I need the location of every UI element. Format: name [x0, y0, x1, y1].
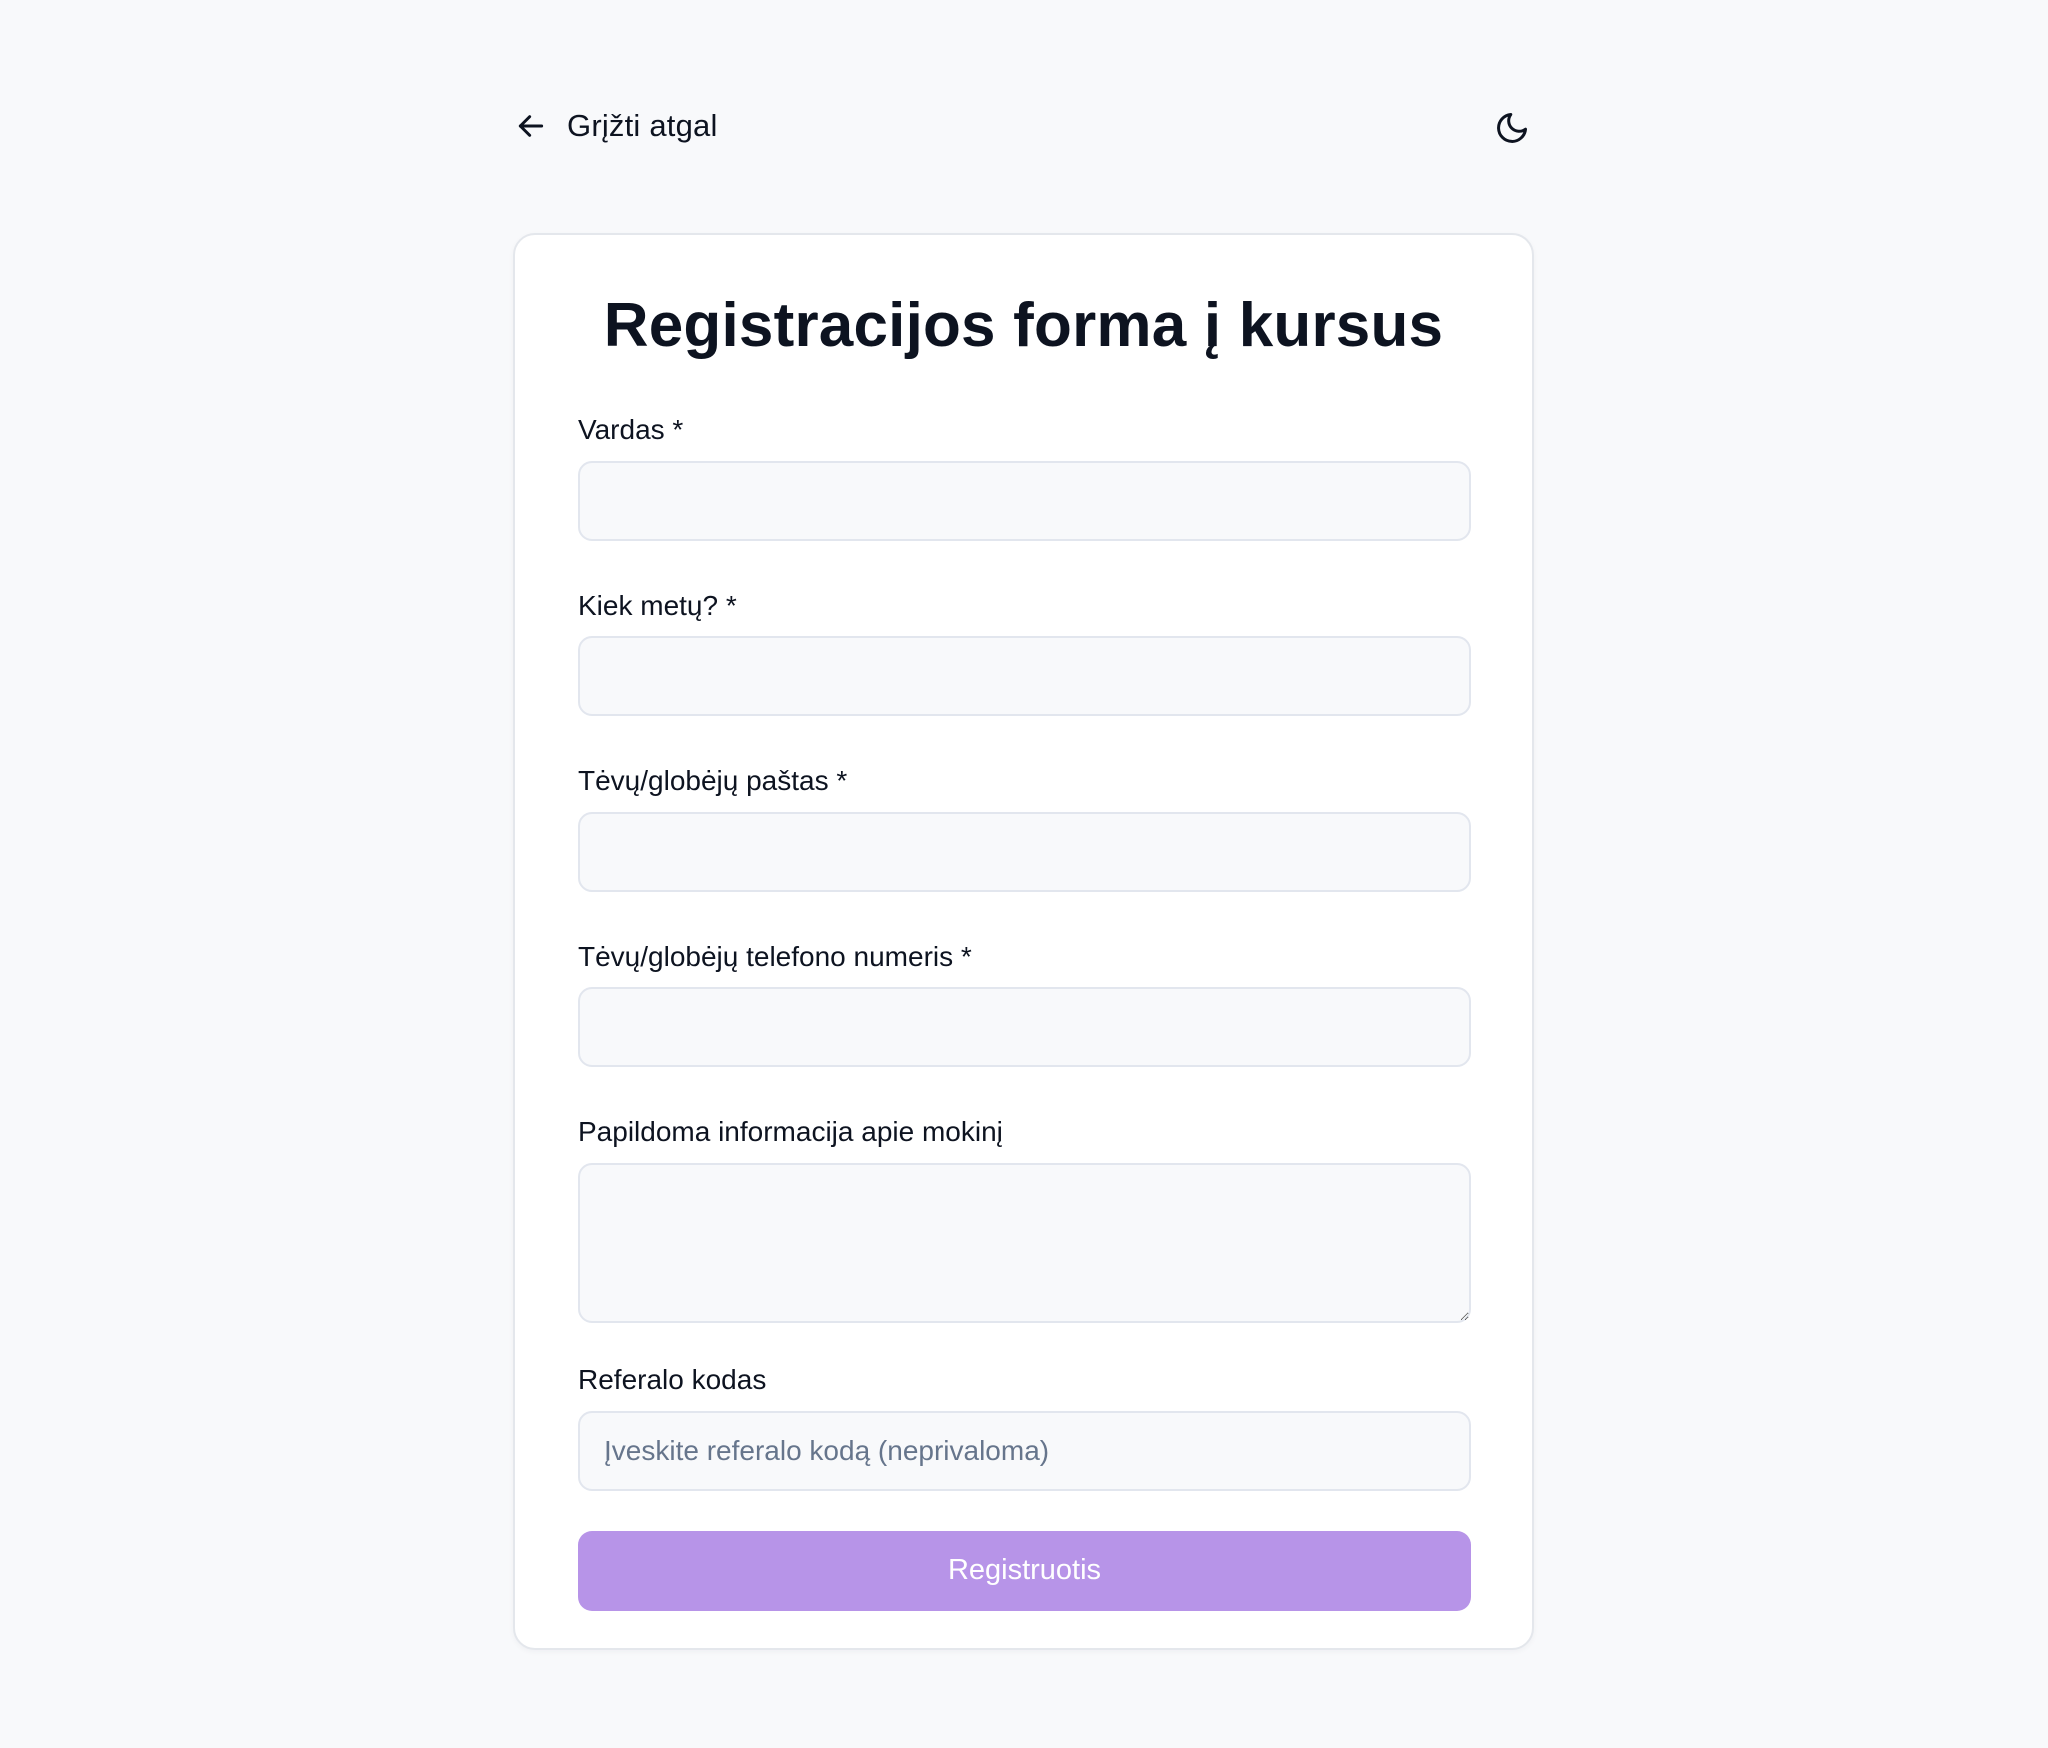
referral-code-label: Referalo kodas	[578, 1363, 767, 1395]
field-additional-info: Papildoma informacija apie mokinį	[578, 1115, 1471, 1323]
field-age: Kiek metų? *	[578, 589, 1471, 717]
parent-phone-input[interactable]	[578, 987, 1471, 1068]
name-input[interactable]	[578, 460, 1471, 541]
age-input[interactable]	[578, 636, 1471, 717]
age-label: Kiek metų? *	[578, 589, 737, 621]
arrow-left-icon	[515, 110, 547, 142]
form-title: Registracijos forma į kursus	[603, 291, 1444, 360]
additional-info-label: Papildoma informacija apie mokinį	[578, 1116, 1003, 1148]
register-button[interactable]: Registruotis	[578, 1530, 1471, 1611]
back-link-label: Grįžti atgal	[567, 108, 718, 143]
parent-phone-label: Tėvų/globėjų telefono numeris *	[578, 940, 972, 972]
moon-icon	[1494, 110, 1530, 151]
registration-card: Registracijos forma į kursus Vardas * Ki…	[513, 233, 1534, 1650]
referral-code-input[interactable]	[578, 1410, 1471, 1491]
field-parent-phone: Tėvų/globėjų telefono numeris *	[578, 940, 1471, 1068]
page-wrapper: Grįžti atgal Registracijos forma į kursu…	[513, 0, 1536, 1650]
theme-toggle-button[interactable]	[1488, 106, 1536, 154]
parent-email-input[interactable]	[578, 811, 1471, 892]
additional-info-textarea[interactable]	[578, 1162, 1471, 1323]
top-bar: Grįžti atgal	[513, 0, 1536, 233]
field-referral-code: Referalo kodas	[578, 1363, 1471, 1491]
back-link[interactable]: Grįžti atgal	[515, 108, 718, 144]
field-name: Vardas *	[578, 413, 1471, 541]
field-parent-email: Tėvų/globėjų paštas *	[578, 764, 1471, 892]
name-label: Vardas *	[578, 414, 684, 445]
parent-email-label: Tėvų/globėjų paštas *	[578, 765, 848, 797]
